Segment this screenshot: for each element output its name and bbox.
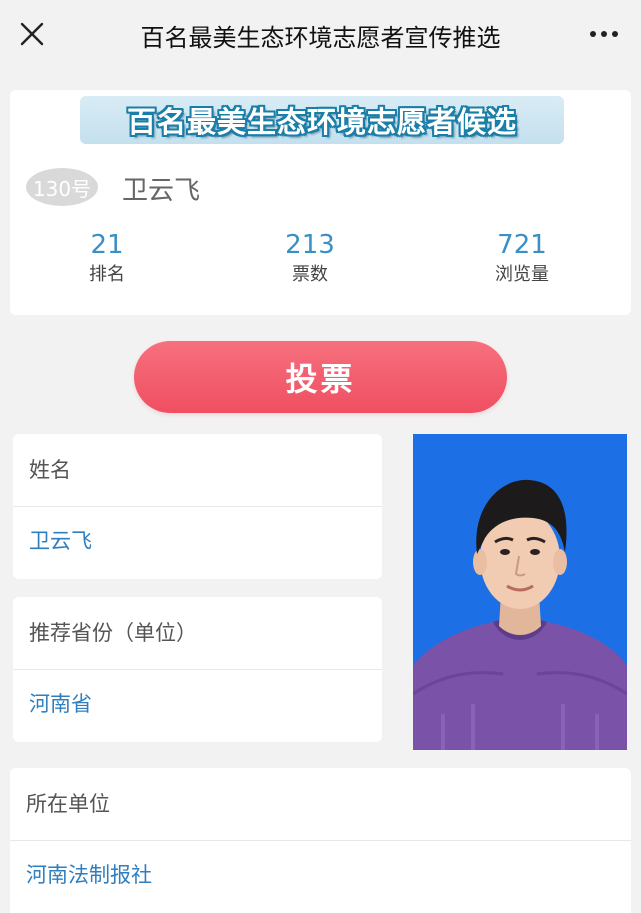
divider — [13, 669, 382, 670]
banner-title: 百名最美生态环境志愿者候选 — [126, 105, 517, 139]
stat-votes: 213 票数 — [235, 230, 385, 288]
stat-label: 票数 — [292, 264, 328, 285]
stat-value: 213 — [285, 230, 335, 260]
stat-label: 浏览量 — [495, 264, 549, 285]
field-value-unit: 河南法制报社 — [26, 863, 152, 887]
portrait-illustration — [413, 434, 627, 750]
province-field-card: 推荐省份（单位） 河南省 — [13, 597, 382, 742]
close-icon[interactable] — [18, 20, 46, 48]
campaign-banner: 百名最美生态环境志愿者候选 — [80, 96, 564, 144]
page-title: 百名最美生态环境志愿者宣传推选 — [140, 24, 501, 52]
stat-rank: 21 排名 — [32, 230, 182, 288]
divider — [13, 506, 382, 507]
unit-field-card: 所在单位 河南法制报社 — [10, 768, 631, 913]
candidate-summary-card: 百名最美生态环境志愿者候选 130号 卫云飞 21 排名 213 票数 721 … — [10, 90, 631, 315]
candidate-number-badge: 130号 — [26, 168, 98, 206]
field-label-name: 姓名 — [29, 458, 71, 482]
field-value-province: 河南省 — [29, 692, 92, 716]
more-icon[interactable] — [587, 22, 621, 46]
field-label-unit: 所在单位 — [26, 792, 110, 816]
stat-value: 21 — [90, 230, 124, 260]
field-value-name: 卫云飞 — [29, 529, 92, 553]
stat-views: 721 浏览量 — [447, 230, 597, 288]
vote-button[interactable]: 投票 — [134, 341, 507, 413]
candidate-name: 卫云飞 — [122, 176, 201, 206]
divider — [10, 840, 631, 841]
top-navigation-bar: 百名最美生态环境志愿者宣传推选 — [0, 0, 641, 70]
field-label-province: 推荐省份（单位） — [29, 621, 197, 645]
stat-label: 排名 — [89, 264, 125, 285]
stat-value: 721 — [497, 230, 547, 260]
candidate-photo — [413, 434, 627, 750]
name-field-card: 姓名 卫云飞 — [13, 434, 382, 579]
